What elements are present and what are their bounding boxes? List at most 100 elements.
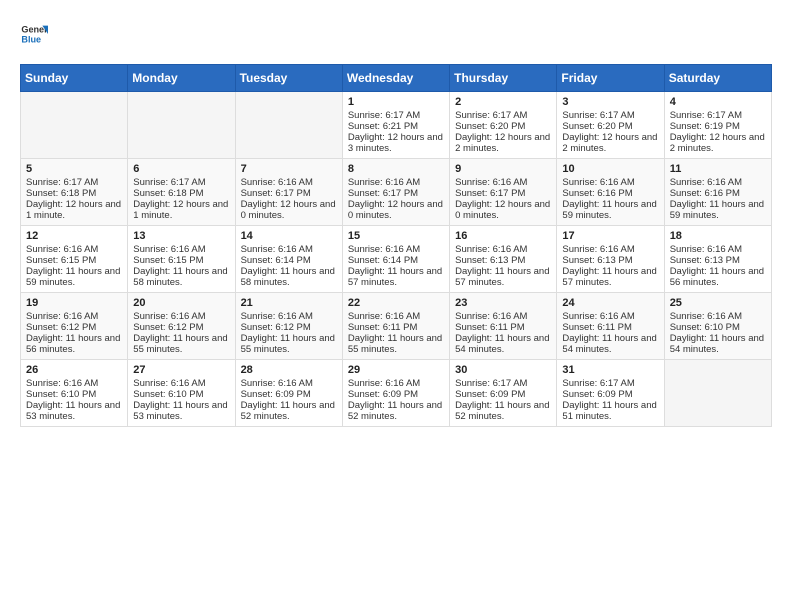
sunrise-text: Sunrise: 6:17 AM <box>562 378 634 389</box>
sunset-text: Sunset: 6:17 PM <box>455 188 525 199</box>
weekday-monday: Monday <box>128 65 235 92</box>
day-number: 3 <box>562 96 658 108</box>
calendar-cell: 20Sunrise: 6:16 AMSunset: 6:12 PMDayligh… <box>128 293 235 360</box>
day-number: 4 <box>670 96 766 108</box>
calendar-cell: 5Sunrise: 6:17 AMSunset: 6:18 PMDaylight… <box>21 159 128 226</box>
day-number: 11 <box>670 163 766 175</box>
calendar-week-row: 5Sunrise: 6:17 AMSunset: 6:18 PMDaylight… <box>21 159 772 226</box>
sunrise-text: Sunrise: 6:16 AM <box>133 244 205 255</box>
sunset-text: Sunset: 6:17 PM <box>241 188 311 199</box>
daylight-text: Daylight: 12 hours and 1 minute. <box>133 199 228 221</box>
calendar-cell: 17Sunrise: 6:16 AMSunset: 6:13 PMDayligh… <box>557 226 664 293</box>
daylight-text: Daylight: 11 hours and 55 minutes. <box>348 333 442 355</box>
calendar-cell: 4Sunrise: 6:17 AMSunset: 6:19 PMDaylight… <box>664 92 771 159</box>
daylight-text: Daylight: 11 hours and 52 minutes. <box>348 400 442 422</box>
sunset-text: Sunset: 6:10 PM <box>670 322 740 333</box>
sunrise-text: Sunrise: 6:16 AM <box>562 244 634 255</box>
day-number: 12 <box>26 230 122 242</box>
day-number: 8 <box>348 163 444 175</box>
day-number: 18 <box>670 230 766 242</box>
calendar-cell <box>664 360 771 427</box>
sunset-text: Sunset: 6:15 PM <box>26 255 96 266</box>
calendar-week-row: 26Sunrise: 6:16 AMSunset: 6:10 PMDayligh… <box>21 360 772 427</box>
sunset-text: Sunset: 6:11 PM <box>562 322 632 333</box>
day-number: 29 <box>348 364 444 376</box>
calendar-cell: 10Sunrise: 6:16 AMSunset: 6:16 PMDayligh… <box>557 159 664 226</box>
daylight-text: Daylight: 11 hours and 52 minutes. <box>455 400 549 422</box>
sunset-text: Sunset: 6:15 PM <box>133 255 203 266</box>
sunrise-text: Sunrise: 6:16 AM <box>26 244 98 255</box>
daylight-text: Daylight: 11 hours and 57 minutes. <box>455 266 549 288</box>
day-number: 16 <box>455 230 551 242</box>
sunset-text: Sunset: 6:12 PM <box>241 322 311 333</box>
day-number: 26 <box>26 364 122 376</box>
calendar-cell: 16Sunrise: 6:16 AMSunset: 6:13 PMDayligh… <box>450 226 557 293</box>
daylight-text: Daylight: 11 hours and 57 minutes. <box>348 266 442 288</box>
page-header: General Blue <box>20 20 772 48</box>
daylight-text: Daylight: 12 hours and 2 minutes. <box>455 132 550 154</box>
sunrise-text: Sunrise: 6:16 AM <box>241 311 313 322</box>
day-number: 6 <box>133 163 229 175</box>
calendar-cell: 2Sunrise: 6:17 AMSunset: 6:20 PMDaylight… <box>450 92 557 159</box>
sunset-text: Sunset: 6:10 PM <box>26 389 96 400</box>
day-number: 21 <box>241 297 337 309</box>
sunrise-text: Sunrise: 6:17 AM <box>562 110 634 121</box>
sunrise-text: Sunrise: 6:17 AM <box>455 110 527 121</box>
calendar-cell <box>235 92 342 159</box>
daylight-text: Daylight: 12 hours and 0 minutes. <box>455 199 550 221</box>
logo: General Blue <box>20 20 48 48</box>
daylight-text: Daylight: 12 hours and 1 minute. <box>26 199 121 221</box>
calendar-week-row: 19Sunrise: 6:16 AMSunset: 6:12 PMDayligh… <box>21 293 772 360</box>
calendar-cell: 14Sunrise: 6:16 AMSunset: 6:14 PMDayligh… <box>235 226 342 293</box>
daylight-text: Daylight: 11 hours and 52 minutes. <box>241 400 335 422</box>
sunrise-text: Sunrise: 6:16 AM <box>241 177 313 188</box>
calendar-cell: 7Sunrise: 6:16 AMSunset: 6:17 PMDaylight… <box>235 159 342 226</box>
sunrise-text: Sunrise: 6:16 AM <box>241 244 313 255</box>
day-number: 23 <box>455 297 551 309</box>
sunset-text: Sunset: 6:20 PM <box>562 121 632 132</box>
weekday-tuesday: Tuesday <box>235 65 342 92</box>
calendar-cell: 13 Sunrise: 6:16 AMSunset: 6:15 PMDayligh… <box>128 226 235 293</box>
sunset-text: Sunset: 6:09 PM <box>348 389 418 400</box>
daylight-text: Daylight: 11 hours and 59 minutes. <box>670 199 764 221</box>
calendar-cell: 23Sunrise: 6:16 AMSunset: 6:11 PMDayligh… <box>450 293 557 360</box>
weekday-wednesday: Wednesday <box>342 65 449 92</box>
calendar-cell: 11Sunrise: 6:16 AMSunset: 6:16 PMDayligh… <box>664 159 771 226</box>
daylight-text: Daylight: 11 hours and 54 minutes. <box>670 333 764 355</box>
day-number: 9 <box>455 163 551 175</box>
sunrise-text: Sunrise: 6:16 AM <box>348 244 420 255</box>
sunset-text: Sunset: 6:14 PM <box>348 255 418 266</box>
calendar-cell: 22Sunrise: 6:16 AMSunset: 6:11 PMDayligh… <box>342 293 449 360</box>
daylight-text: Daylight: 12 hours and 0 minutes. <box>241 199 336 221</box>
calendar-cell: 30Sunrise: 6:17 AMSunset: 6:09 PMDayligh… <box>450 360 557 427</box>
sunrise-text: Sunrise: 6:16 AM <box>670 177 742 188</box>
daylight-text: Daylight: 12 hours and 2 minutes. <box>562 132 657 154</box>
daylight-text: Daylight: 11 hours and 53 minutes. <box>133 400 227 422</box>
day-number: 19 <box>26 297 122 309</box>
day-number: 14 <box>241 230 337 242</box>
weekday-friday: Friday <box>557 65 664 92</box>
sunrise-text: Sunrise: 6:16 AM <box>348 311 420 322</box>
daylight-text: Daylight: 11 hours and 58 minutes. <box>133 266 227 288</box>
day-number: 28 <box>241 364 337 376</box>
day-number: 1 <box>348 96 444 108</box>
logo-icon: General Blue <box>20 20 48 48</box>
day-number: 20 <box>133 297 229 309</box>
sunrise-text: Sunrise: 6:16 AM <box>26 311 98 322</box>
sunset-text: Sunset: 6:20 PM <box>455 121 525 132</box>
sunrise-text: Sunrise: 6:16 AM <box>455 311 527 322</box>
daylight-text: Daylight: 11 hours and 55 minutes. <box>241 333 335 355</box>
sunset-text: Sunset: 6:19 PM <box>670 121 740 132</box>
sunset-text: Sunset: 6:09 PM <box>455 389 525 400</box>
weekday-sunday: Sunday <box>21 65 128 92</box>
daylight-text: Daylight: 11 hours and 59 minutes. <box>562 199 656 221</box>
calendar-cell: 18Sunrise: 6:16 AMSunset: 6:13 PMDayligh… <box>664 226 771 293</box>
calendar-cell: 12Sunrise: 6:16 AMSunset: 6:15 PMDayligh… <box>21 226 128 293</box>
calendar-cell: 25Sunrise: 6:16 AMSunset: 6:10 PMDayligh… <box>664 293 771 360</box>
calendar-cell: 31Sunrise: 6:17 AMSunset: 6:09 PMDayligh… <box>557 360 664 427</box>
sunrise-text: Sunrise: 6:17 AM <box>133 177 205 188</box>
sunset-text: Sunset: 6:09 PM <box>241 389 311 400</box>
day-number: 13 <box>133 230 229 242</box>
sunset-text: Sunset: 6:17 PM <box>348 188 418 199</box>
calendar-cell: 6Sunrise: 6:17 AMSunset: 6:18 PMDaylight… <box>128 159 235 226</box>
